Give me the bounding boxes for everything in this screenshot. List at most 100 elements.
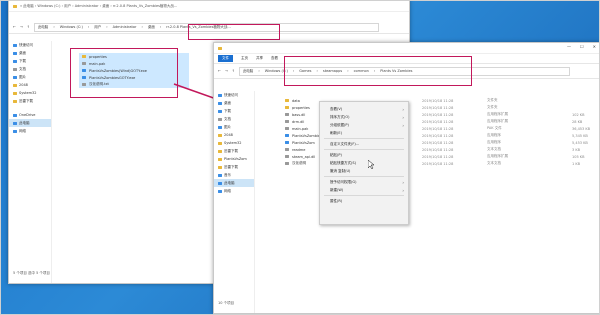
chevron-right-icon: › — [402, 106, 404, 112]
text-file-icon — [285, 148, 289, 151]
nav-item[interactable]: 迅雷下载 — [9, 97, 51, 105]
folder-icon — [218, 141, 222, 145]
nav-item[interactable]: 网络 — [9, 127, 51, 135]
nav-item[interactable]: 快速访问 — [214, 91, 254, 99]
nav-item[interactable]: System32 — [9, 89, 51, 97]
minimize-icon[interactable]: — — [567, 44, 571, 49]
nav-item-this-pc[interactable]: 此电脑 — [9, 119, 51, 127]
menu-separator — [324, 195, 404, 196]
cursor-icon — [368, 160, 374, 169]
title-bar: « 此电脑 › Windows (C:) › 用户 › Administrato… — [9, 1, 409, 12]
tab-home[interactable]: 主页 — [241, 56, 248, 61]
nav-item[interactable]: System32 — [214, 139, 254, 147]
nav-item[interactable]: 图片 — [9, 73, 51, 81]
computer-icon — [218, 181, 222, 185]
folder-icon — [13, 4, 17, 8]
navigation-pane: 快速访问 桌面 下载 文档 图片 2048 System32 迅雷下载 OneD… — [9, 41, 52, 283]
nav-item[interactable]: 桌面 — [9, 49, 51, 57]
highlight-box-files — [70, 48, 178, 98]
music-icon — [218, 173, 222, 177]
app-icon — [285, 141, 289, 144]
document-icon — [218, 117, 222, 121]
onedrive-icon — [13, 113, 17, 117]
nav-item[interactable]: 迅雷下载 — [214, 163, 254, 171]
nav-item[interactable]: 迅雷下载 — [214, 147, 254, 155]
menu-item-new[interactable]: 新建(W) › — [320, 186, 408, 194]
network-icon — [218, 189, 222, 193]
star-icon — [13, 43, 17, 47]
nav-item[interactable]: 快速访问 — [9, 41, 51, 49]
menu-item-customize[interactable]: 自定义文件夹(F)... — [320, 140, 408, 148]
network-icon — [13, 129, 17, 133]
menu-item-properties[interactable]: 属性(R) — [320, 197, 408, 205]
forward-icon[interactable]: → — [225, 69, 228, 73]
forward-icon[interactable]: → — [20, 25, 23, 29]
folder-icon — [13, 91, 17, 95]
menu-separator — [324, 176, 404, 177]
crumb[interactable]: Administrator — [113, 25, 137, 29]
dll-icon — [285, 113, 289, 116]
status-bar: 5 个项目 选中 5 个项目 — [13, 271, 50, 275]
tab-file[interactable]: 文件 — [218, 55, 233, 62]
crumb[interactable]: 用户 — [94, 25, 101, 30]
back-icon[interactable]: ← — [218, 69, 221, 73]
folder-icon — [13, 99, 17, 103]
desktop-icon — [13, 51, 17, 55]
dll-icon — [285, 120, 289, 123]
navigation-pane: 快速访问 桌面 下载 文档 图片 2048 System32 迅雷下载 Plan… — [214, 91, 255, 313]
folder-icon — [13, 83, 17, 87]
up-icon[interactable]: ↑ — [27, 25, 30, 29]
up-icon[interactable]: ↑ — [232, 69, 235, 73]
nav-item[interactable]: 2048 — [214, 131, 254, 139]
crumb[interactable]: 此电脑 — [243, 69, 254, 74]
dll-icon — [285, 155, 289, 158]
menu-item-grant-access[interactable]: 授予访问权限(G) › — [320, 178, 408, 186]
desktop-icon — [218, 101, 222, 105]
menu-item-paste[interactable]: 粘贴(P) — [320, 151, 408, 159]
menu-item-sort[interactable]: 排序方式(O) › — [320, 113, 408, 121]
menu-item-refresh[interactable]: 刷新(E) — [320, 129, 408, 137]
nav-item[interactable]: 网络 — [214, 187, 254, 195]
nav-item[interactable]: 音乐 — [214, 171, 254, 179]
menu-separator — [324, 149, 404, 150]
folder-icon — [285, 99, 289, 102]
nav-item[interactable]: 下载 — [9, 57, 51, 65]
title-bar: — ☐ ✕ — [214, 43, 600, 54]
crumb[interactable]: Windows (C:) — [60, 25, 83, 29]
status-bar: 10 个项目 — [218, 301, 235, 305]
back-icon[interactable]: ← — [13, 25, 16, 29]
download-icon — [218, 109, 222, 113]
nav-item[interactable]: 文档 — [9, 65, 51, 73]
menu-item-undo[interactable]: 撤消 复制(U) — [320, 167, 408, 175]
nav-item-this-pc[interactable]: 此电脑 — [214, 179, 254, 187]
chevron-right-icon: › — [402, 122, 404, 128]
star-icon — [218, 93, 222, 97]
computer-icon — [13, 121, 17, 125]
nav-item[interactable]: 图片 — [214, 123, 254, 131]
menu-item-view[interactable]: 查看(V) › — [320, 105, 408, 113]
context-menu: 查看(V) › 排序方式(O) › 分组依据(P) › 刷新(E) 自定义文件夹(F)… — [319, 101, 409, 225]
folder-icon — [218, 149, 222, 153]
tab-share[interactable]: 共享 — [256, 56, 263, 61]
menu-item-paste-shortcut[interactable]: 粘贴快捷方式(S) — [320, 159, 408, 167]
nav-item[interactable]: OneDrive — [9, 111, 51, 119]
crumb[interactable]: 桌面 — [148, 25, 155, 30]
folder-icon — [218, 46, 222, 50]
tab-view[interactable]: 查看 — [271, 56, 278, 61]
highlight-box-breadcrumb — [188, 24, 280, 40]
chevron-right-icon: › — [402, 187, 404, 193]
close-icon[interactable]: ✕ — [593, 44, 596, 49]
picture-icon — [218, 125, 222, 129]
menu-item-group[interactable]: 分组依据(P) › — [320, 121, 408, 129]
file-icon — [285, 127, 289, 130]
chevron-right-icon: › — [402, 114, 404, 120]
maximize-icon[interactable]: ☐ — [580, 44, 584, 49]
nav-item[interactable]: PlantsVsZom — [214, 155, 254, 163]
menu-separator — [324, 138, 404, 139]
nav-item[interactable]: 2048 — [9, 81, 51, 89]
crumb[interactable]: 此电脑 — [38, 25, 49, 30]
nav-item[interactable]: 桌面 — [214, 99, 254, 107]
nav-item[interactable]: 文档 — [214, 115, 254, 123]
window-controls: — ☐ ✕ — [567, 44, 596, 49]
nav-item[interactable]: 下载 — [214, 107, 254, 115]
